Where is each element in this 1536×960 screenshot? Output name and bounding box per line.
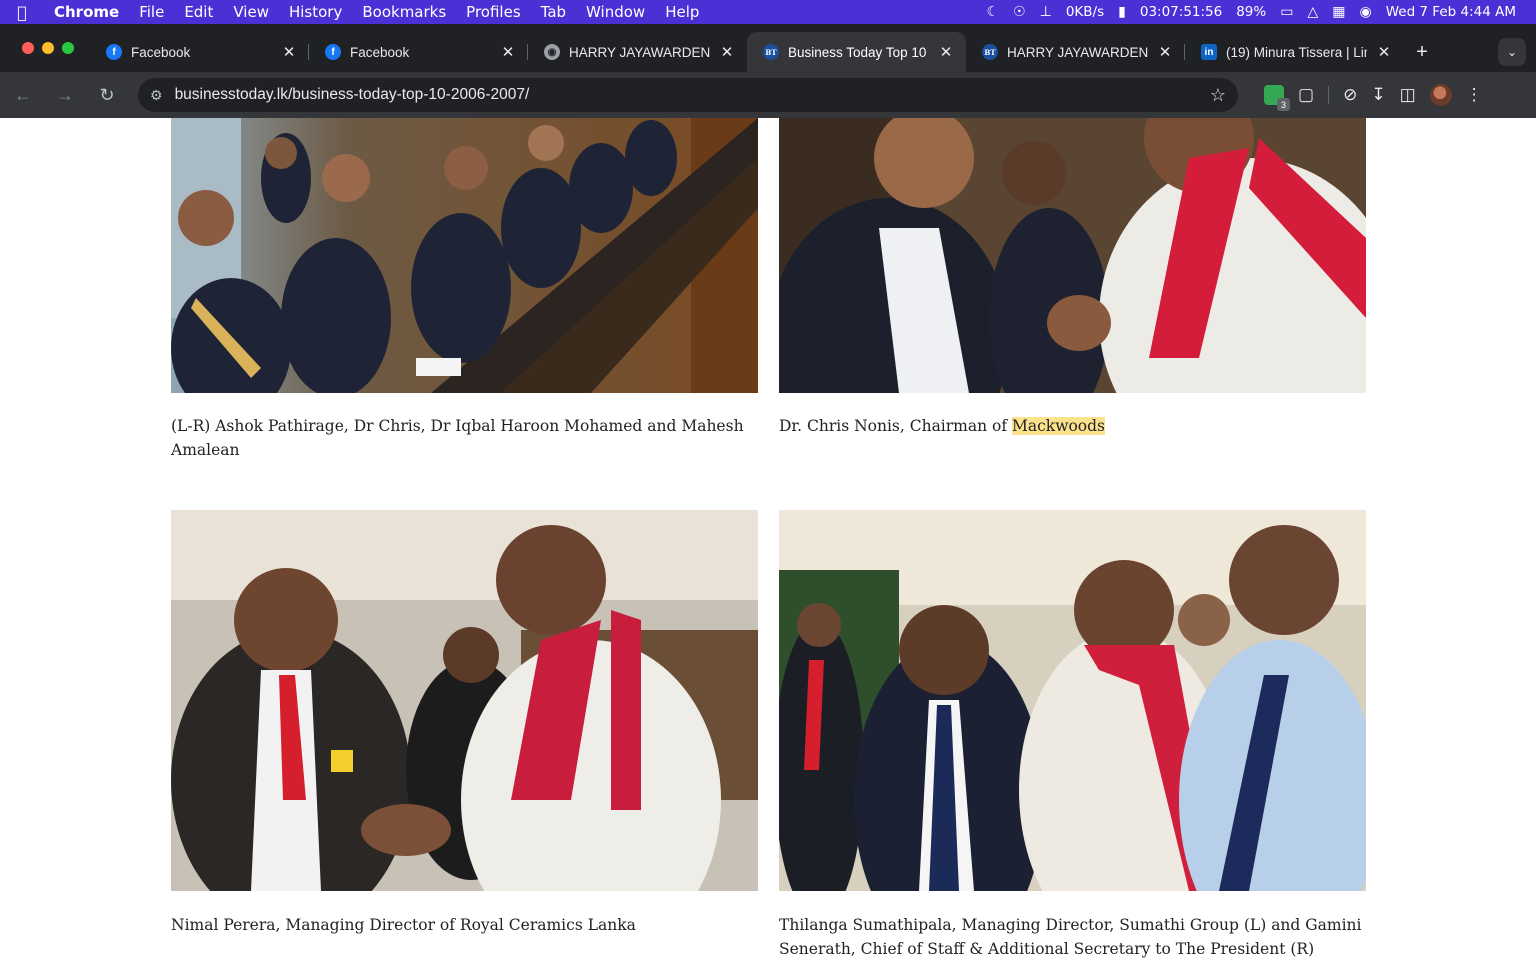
toolbar-divider	[1328, 86, 1330, 104]
menu-bookmarks[interactable]: Bookmarks	[352, 3, 456, 21]
wifi-icon[interactable]: △	[1307, 4, 1318, 20]
extension-badge: 3	[1277, 98, 1290, 111]
highlighted-search-match: Mackwoods	[1012, 417, 1106, 435]
tab-title: (19) Minura Tissera | Lin	[1226, 44, 1367, 60]
browser-toolbar: ← → ↻ ⚙ businesstoday.lk/business-today-…	[0, 72, 1536, 118]
bt-icon: BT	[982, 44, 998, 60]
back-button[interactable]: ←	[4, 76, 42, 114]
vpn-icon[interactable]: ☉	[1013, 4, 1026, 20]
tab-facebook-1[interactable]: f Facebook ✕	[90, 32, 309, 72]
tab-business-today-active[interactable]: BT Business Today Top 10 ✕	[747, 32, 966, 72]
battery-percent[interactable]: 89%	[1236, 4, 1266, 20]
toolbar-actions: 3 ▢ ⊘ ↧ ◫ ⋮	[1264, 84, 1483, 111]
profile-avatar[interactable]	[1429, 84, 1452, 106]
close-tab-icon[interactable]: ✕	[938, 43, 954, 61]
linkedin-icon: in	[1201, 44, 1217, 60]
download-icon[interactable]: ↧	[1371, 85, 1385, 105]
tab-search-button[interactable]: ⌄	[1498, 38, 1526, 66]
menu-view[interactable]: View	[223, 3, 279, 21]
caption-nimal-perera: Nimal Perera, Managing Director of Royal…	[171, 916, 636, 934]
menu-window[interactable]: Window	[576, 3, 655, 21]
caption-conference: (L-R) Ashok Pathirage, Dr Chris, Dr Iqba…	[171, 417, 744, 459]
extensions-puzzle-icon[interactable]: ▢	[1298, 85, 1314, 105]
menu-app-chrome[interactable]: Chrome	[44, 3, 129, 21]
photo-conference-table-image	[171, 118, 758, 393]
menu-edit[interactable]: Edit	[174, 3, 223, 21]
tab-linkedin[interactable]: in (19) Minura Tissera | Lin ✕	[1185, 32, 1404, 72]
tab-title: HARRY JAYAWARDENE	[569, 44, 710, 60]
globe-icon: ◉	[544, 44, 560, 60]
close-tab-icon[interactable]: ✕	[281, 43, 297, 61]
control-center-icon[interactable]: ▦	[1332, 4, 1345, 20]
chrome-menu-icon[interactable]: ⋮	[1466, 85, 1483, 105]
facebook-icon: f	[325, 44, 341, 60]
menu-profiles[interactable]: Profiles	[456, 3, 530, 21]
web-page-content: (L-R) Ashok Pathirage, Dr Chris, Dr Iqba…	[0, 118, 1536, 960]
close-tab-icon[interactable]: ✕	[500, 43, 516, 61]
tab-harry-jayawardena[interactable]: BT HARRY JAYAWARDENA ✕	[966, 32, 1185, 72]
bookmark-star-icon[interactable]: ☆	[1210, 85, 1226, 106]
clock[interactable]: Wed 7 Feb 4:44 AM	[1386, 4, 1516, 20]
minimize-window-button[interactable]	[42, 42, 54, 54]
tab-title: Business Today Top 10	[788, 44, 927, 60]
tab-harry-jayawardene[interactable]: ◉ HARRY JAYAWARDENE ✕	[528, 32, 747, 72]
reload-button[interactable]: ↻	[88, 76, 126, 114]
photo-conference-table[interactable]	[171, 118, 758, 393]
tab-facebook-2[interactable]: f Facebook ✕	[309, 32, 528, 72]
forward-button[interactable]: →	[46, 76, 84, 114]
caption-chris-nonis: Dr. Chris Nonis, Chairman of Mackwoods	[779, 414, 1369, 438]
tab-title: HARRY JAYAWARDENA	[1007, 44, 1148, 60]
close-tab-icon[interactable]: ✕	[1376, 43, 1392, 61]
fullscreen-window-button[interactable]	[62, 42, 74, 54]
side-panel-icon[interactable]: ◫	[1400, 85, 1416, 105]
battery-icon: ▮	[1118, 4, 1126, 20]
close-window-button[interactable]	[22, 42, 34, 54]
photo-chris-nonis-image	[779, 118, 1366, 393]
close-tab-icon[interactable]: ✕	[719, 43, 735, 61]
photo-chris-nonis[interactable]	[779, 118, 1366, 393]
site-info-icon[interactable]: ⚙	[150, 87, 163, 104]
facebook-icon: f	[106, 44, 122, 60]
apple-icon[interactable]: 	[0, 3, 44, 22]
menu-history[interactable]: History	[279, 3, 352, 21]
extension-sheets-icon[interactable]: 3	[1264, 85, 1290, 111]
tab-title: Facebook	[131, 44, 191, 60]
macos-menu-bar:  Chrome File Edit View History Bookmark…	[0, 0, 1536, 24]
menu-tab[interactable]: Tab	[531, 3, 576, 21]
caption-chris-nonis-text: Dr. Chris Nonis, Chairman of	[779, 417, 1013, 435]
photo-nimal-perera[interactable]	[171, 510, 758, 891]
net-speed[interactable]: 0KB/s	[1066, 4, 1104, 20]
close-tab-icon[interactable]: ✕	[1157, 43, 1173, 61]
url-text[interactable]: businesstoday.lk/business-today-top-10-2…	[175, 86, 1210, 104]
menu-bar-status-area: ☾ ☉ ⊥ 0KB/s ▮ 03:07:51:56 89% ▭ △ ▦ ◉ We…	[987, 4, 1536, 20]
photo-thilanga-sumathipala[interactable]	[779, 510, 1366, 891]
menu-file[interactable]: File	[129, 3, 174, 21]
photo-nimal-perera-image	[171, 510, 758, 891]
new-tab-button[interactable]: +	[1404, 32, 1440, 72]
bt-icon: BT	[763, 44, 779, 60]
photo-thilanga-sumathipala-image	[779, 510, 1366, 891]
moon-icon[interactable]: ☾	[987, 4, 1000, 20]
timer-readout[interactable]: 03:07:51:56	[1140, 4, 1222, 20]
menu-help[interactable]: Help	[655, 3, 709, 21]
window-controls	[0, 24, 90, 72]
address-bar[interactable]: ⚙ businesstoday.lk/business-today-top-10…	[138, 78, 1238, 112]
siri-icon[interactable]: ◉	[1359, 4, 1371, 20]
caption-thilanga-sumathipala: Thilanga Sumathipala, Managing Director,…	[779, 916, 1362, 958]
extension-swirl-icon[interactable]: ⊘	[1343, 85, 1357, 105]
clip-icon[interactable]: ⊥	[1040, 4, 1052, 20]
tab-title: Facebook	[350, 44, 410, 60]
browser-tab-strip: f Facebook ✕ f Facebook ✕ ◉ HARRY JAYAWA…	[0, 24, 1536, 72]
battery-level-icon: ▭	[1280, 4, 1294, 20]
